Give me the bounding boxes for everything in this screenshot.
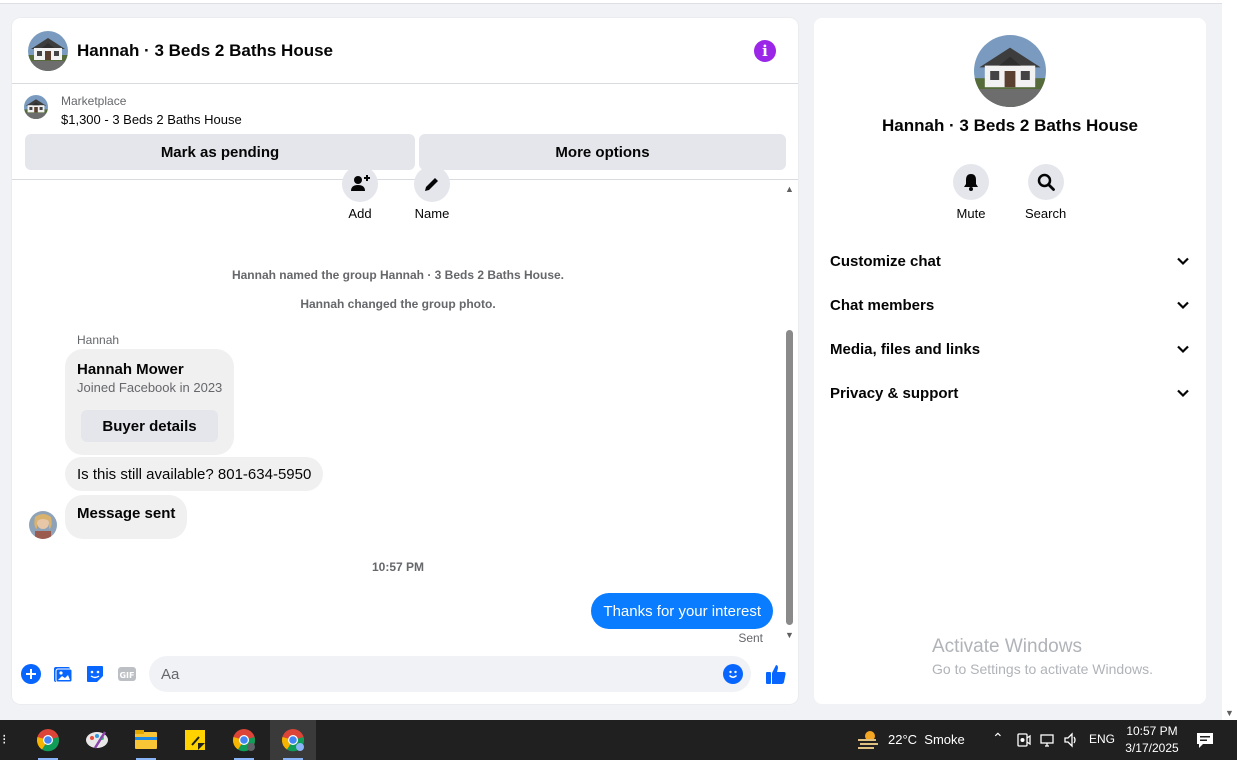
svg-text:GIF: GIF xyxy=(119,671,134,680)
group-profile-photo[interactable] xyxy=(974,35,1046,107)
sticky-notes-icon[interactable] xyxy=(172,720,218,760)
chat-scrollbar[interactable]: ▲ ▼ xyxy=(783,184,795,640)
clock-date: 3/17/2025 xyxy=(1125,741,1179,755)
message-input-box[interactable] xyxy=(149,656,751,692)
info-panel-title: Hannah · 3 Beds 2 Baths House xyxy=(881,116,1138,135)
scroll-down-arrow-icon[interactable]: ▼ xyxy=(1225,708,1234,718)
more-options-button[interactable]: More options xyxy=(419,134,786,170)
windows-taskbar: ⁝ 22°C Smoke ⌃ ENG 10:57 PM 3/17/2025 xyxy=(0,720,1237,760)
chat-panel: Hannah · 3 Beds 2 Baths House i Marketpl… xyxy=(12,18,798,704)
thumbs-up-icon[interactable] xyxy=(765,663,787,685)
system-message: Hannah named the group Hannah · 3 Beds 2… xyxy=(231,268,565,282)
message-input[interactable] xyxy=(161,656,701,692)
scroll-down-arrow-icon[interactable]: ▼ xyxy=(785,630,794,640)
search-label: Search xyxy=(1025,206,1067,221)
section-label: Customize chat xyxy=(830,252,941,270)
bell-icon xyxy=(953,164,989,200)
message-status: Sent xyxy=(738,631,763,645)
network-icon[interactable] xyxy=(1040,732,1056,753)
mark-as-pending-button[interactable]: Mark as pending xyxy=(25,134,415,170)
scrollbar-thumb[interactable] xyxy=(786,330,793,625)
system-clock[interactable]: 10:57 PM 3/17/2025 xyxy=(1118,723,1186,757)
chevron-up-icon[interactable]: ⌃ xyxy=(992,730,1004,747)
sticker-icon[interactable] xyxy=(85,664,105,684)
add-people-action[interactable]: Add xyxy=(342,166,378,221)
emoji-icon[interactable] xyxy=(723,664,743,684)
section-customize-chat[interactable]: Customize chat xyxy=(830,249,1190,273)
section-chat-members[interactable]: Chat members xyxy=(830,293,1190,317)
outgoing-message[interactable]: Thanks for your interest xyxy=(591,593,773,629)
buyer-details-button[interactable]: Buyer details xyxy=(81,410,218,442)
mute-label: Mute xyxy=(956,206,986,221)
section-media-files-links[interactable]: Media, files and links xyxy=(830,337,1190,361)
buyer-name: Hannah Mower xyxy=(77,361,184,378)
page-scrollbar[interactable]: ▼ xyxy=(1222,0,1237,720)
chat-info-panel: Hannah · 3 Beds 2 Baths House Mute Searc… xyxy=(814,18,1206,704)
buyer-card: Hannah Mower Joined Facebook in 2023 Buy… xyxy=(65,349,234,455)
paint-icon[interactable] xyxy=(74,720,120,760)
section-label: Privacy & support xyxy=(830,384,959,402)
pencil-icon xyxy=(414,166,450,202)
system-message: Hannah changed the group photo. xyxy=(300,297,496,311)
message-composer: GIF xyxy=(12,654,798,694)
plus-circle-icon[interactable] xyxy=(21,664,41,684)
section-label: Media, files and links xyxy=(830,340,981,358)
chat-header: Hannah · 3 Beds 2 Baths House i xyxy=(12,18,798,84)
notification-icon[interactable] xyxy=(1196,732,1214,754)
name-label: Name xyxy=(414,206,450,221)
chevron-down-icon xyxy=(1177,257,1189,266)
section-label: Chat members xyxy=(830,296,935,314)
listing-thumbnail[interactable] xyxy=(24,95,48,119)
scroll-up-arrow-icon[interactable]: ▲ xyxy=(785,184,794,194)
add-label: Add xyxy=(348,206,372,221)
activate-windows-watermark: Activate Windows Go to Settings to activ… xyxy=(932,636,1153,677)
listing-title[interactable]: $1,300 - 3 Beds 2 Baths House xyxy=(61,112,242,127)
marketplace-bar: Marketplace $1,300 - 3 Beds 2 Baths Hous… xyxy=(12,84,798,180)
add-person-icon xyxy=(342,166,378,202)
weather-text[interactable]: 22°C Smoke xyxy=(888,732,965,747)
sender-avatar[interactable] xyxy=(29,511,57,539)
clock-time: 10:57 PM xyxy=(1126,724,1178,738)
file-explorer-icon[interactable] xyxy=(123,720,169,760)
buyer-joined: Joined Facebook in 2023 xyxy=(77,380,223,395)
section-privacy-support[interactable]: Privacy & support xyxy=(830,381,1190,405)
chevron-down-icon xyxy=(1177,345,1189,354)
chrome-active-icon[interactable] xyxy=(270,720,316,760)
chevron-down-icon xyxy=(1177,301,1189,310)
volume-icon[interactable] xyxy=(1063,732,1079,753)
search-icon xyxy=(1027,164,1064,200)
watermark-title: Activate Windows xyxy=(932,636,1082,657)
group-avatar[interactable] xyxy=(28,31,68,71)
chrome-icon[interactable] xyxy=(25,720,71,760)
gif-icon[interactable]: GIF xyxy=(117,664,137,684)
info-icon[interactable]: i xyxy=(754,39,776,62)
watermark-subtitle: Go to Settings to activate Windows. xyxy=(932,661,1153,677)
message-list: Add Name Hannah named the group Hannah ·… xyxy=(12,166,798,648)
weather-icon[interactable] xyxy=(856,728,880,757)
marketplace-label: Marketplace xyxy=(61,94,127,108)
chevron-down-icon xyxy=(1177,389,1189,398)
meet-icon[interactable] xyxy=(1016,732,1032,753)
photo-icon[interactable] xyxy=(53,664,73,684)
search-button[interactable]: Search xyxy=(1025,164,1066,221)
browser-top-edge xyxy=(0,0,1222,4)
incoming-message[interactable]: Is this still available? 801-634-5950 xyxy=(65,457,324,491)
taskbar-edge-icon: ⁝ xyxy=(2,731,7,747)
language-indicator[interactable]: ENG xyxy=(1089,732,1115,746)
incoming-message[interactable]: Message sent xyxy=(65,495,188,539)
chrome-profile-icon[interactable] xyxy=(221,720,267,760)
name-group-action[interactable]: Name xyxy=(414,166,450,221)
chat-title[interactable]: Hannah · 3 Beds 2 Baths House xyxy=(77,41,754,61)
mute-button[interactable]: Mute xyxy=(953,164,989,221)
message-timestamp: 10:57 PM xyxy=(371,560,425,574)
sender-name: Hannah xyxy=(77,333,120,347)
